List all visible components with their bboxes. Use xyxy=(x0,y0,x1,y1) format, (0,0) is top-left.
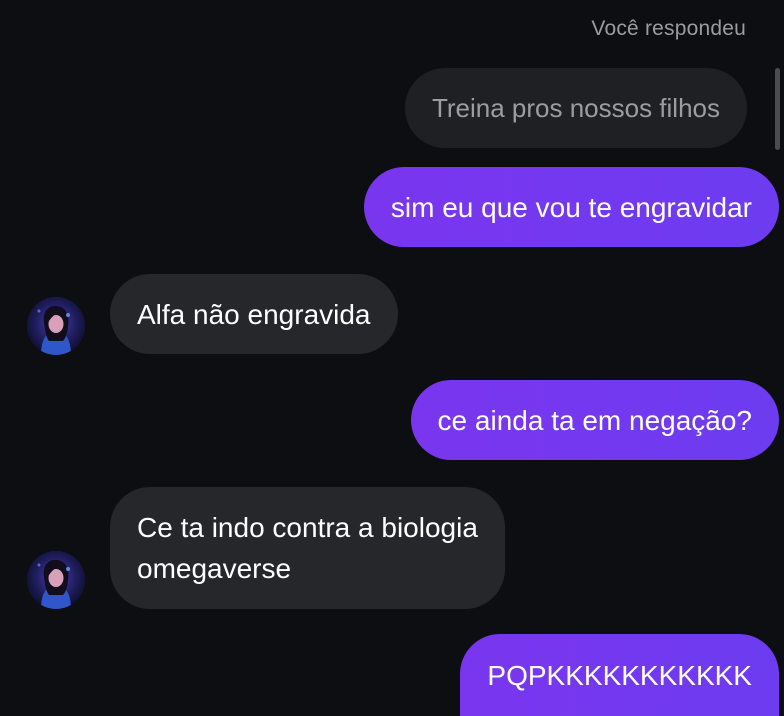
message-text: PQPKKKKKKKKKKK xyxy=(487,659,752,691)
message-text-line: Ce ta indo contra a biologia xyxy=(137,512,478,543)
message-text: Alfa não engravida xyxy=(137,298,371,330)
message-bubble-incoming[interactable]: Ce ta indo contra a biologia omegaverse xyxy=(110,487,505,609)
message-bubble-outgoing[interactable]: ce ainda ta em negação? xyxy=(410,380,779,460)
avatar-image xyxy=(27,297,85,355)
contact-avatar[interactable] xyxy=(27,297,85,355)
message-bubble-outgoing[interactable]: PQPKKKKKKKKKKK xyxy=(460,634,779,716)
quoted-message-text: Treina pros nossos filhos xyxy=(431,92,720,123)
message-text-line: omegaverse xyxy=(137,553,292,584)
reply-label: Você respondeu xyxy=(591,17,746,40)
message-bubble-incoming[interactable]: Alfa não engravida xyxy=(110,274,398,354)
message-bubble-outgoing[interactable]: sim eu que vou te engravidar xyxy=(363,167,779,247)
scrollbar[interactable] xyxy=(775,68,780,150)
message-text: sim eu que vou te engravidar xyxy=(390,191,752,223)
message-text: ce ainda ta em negação? xyxy=(437,404,752,436)
avatar-image xyxy=(27,551,85,609)
contact-avatar[interactable] xyxy=(27,551,85,609)
quoted-message[interactable]: Treina pros nossos filhos xyxy=(404,68,747,148)
